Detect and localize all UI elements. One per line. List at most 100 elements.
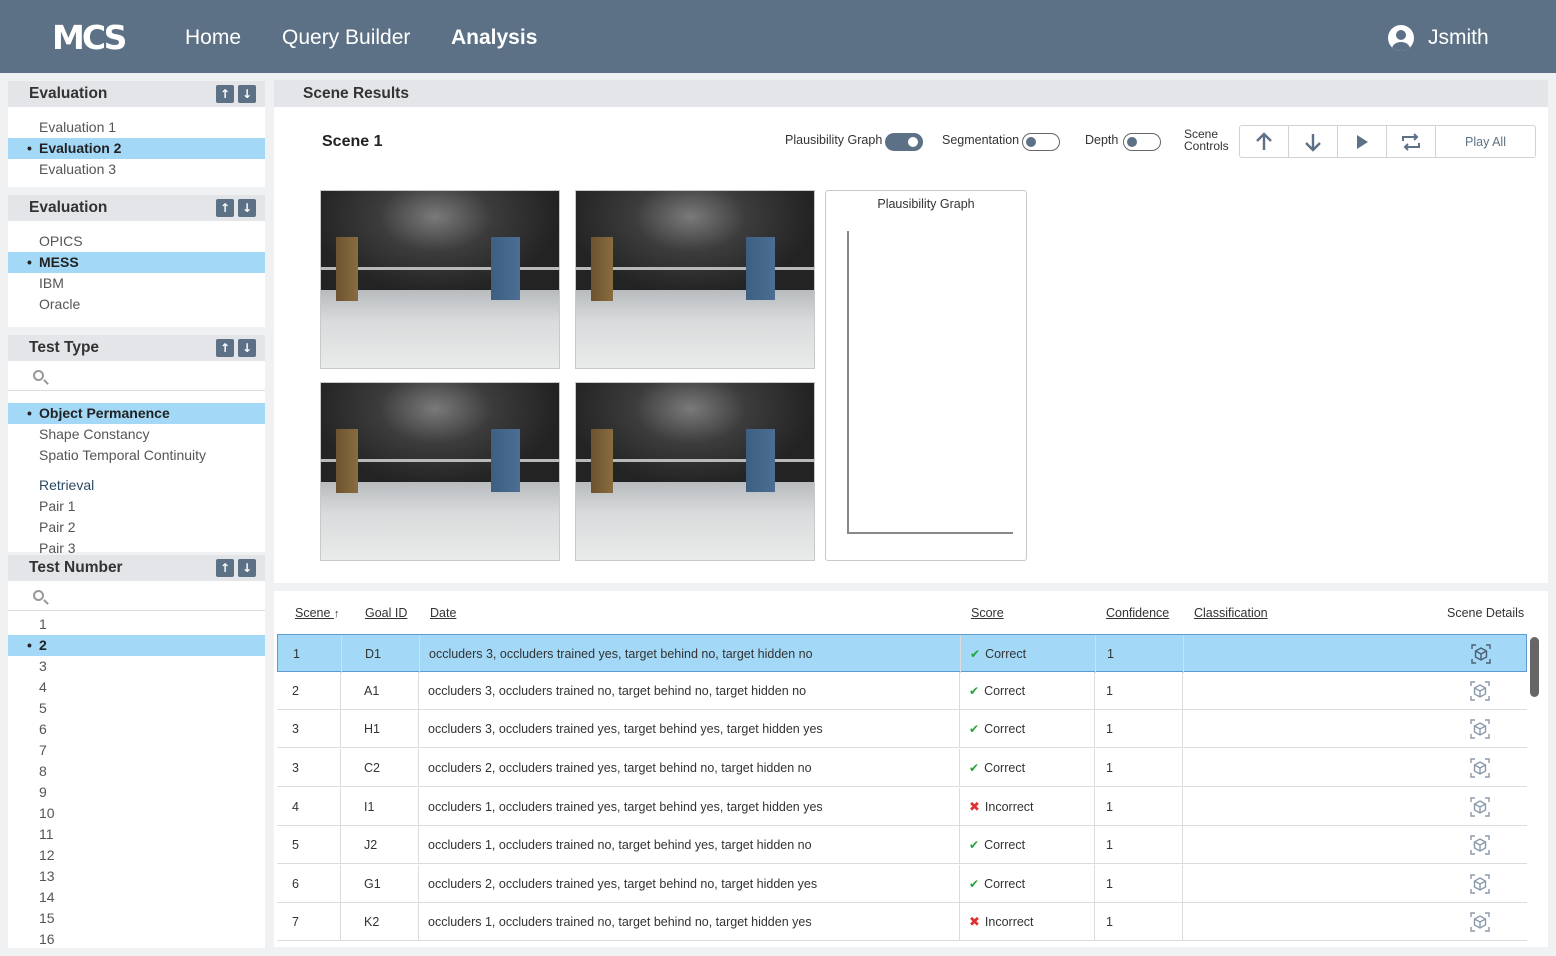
scene-details-cube-icon[interactable] (1470, 719, 1490, 739)
play-all-button[interactable]: Play All (1436, 126, 1535, 157)
test-type-search-input[interactable] (52, 366, 252, 386)
table-row[interactable]: 5 J2 occluders 1, occluders trained no, ta… (277, 826, 1527, 864)
plausibility-graph-label: Plausibility Graph (785, 133, 883, 147)
list-item-ibm[interactable]: IBM (8, 273, 265, 294)
sort-down-button[interactable]: ↓ (238, 85, 256, 103)
list-item-opics[interactable]: OPICS (8, 231, 265, 252)
repeat-icon[interactable] (1387, 126, 1436, 157)
cell-goal-id: A1 (341, 672, 419, 710)
plausibility-graph: Plausibility Graph (825, 190, 1027, 561)
score-text: Correct (984, 684, 1026, 698)
scene-frame-4 (575, 382, 815, 561)
list-item-pair-2[interactable]: Pair 2 (8, 517, 265, 538)
check-icon: ✔ (969, 838, 980, 852)
list-item-evaluation-2[interactable]: Evaluation 2 (8, 138, 265, 159)
list-item-test-4[interactable]: 4 (8, 677, 265, 698)
play-icon[interactable] (1338, 126, 1387, 157)
list-item-test-16[interactable]: 16 (8, 929, 265, 948)
list-item-test-6[interactable]: 6 (8, 719, 265, 740)
list-item-pair-1[interactable]: Pair 1 (8, 496, 265, 517)
sort-down-button[interactable]: ↓ (238, 199, 256, 217)
column-header-date[interactable]: Date (430, 606, 456, 620)
list-item-test-3[interactable]: 3 (8, 656, 265, 677)
sort-up-button[interactable]: ↑ (216, 559, 234, 577)
nav-analysis[interactable]: Analysis (451, 26, 537, 50)
cell-scene: 4 (277, 788, 341, 826)
column-header-scene[interactable]: Scene ↑ (295, 606, 339, 620)
scene-frame-1 (320, 190, 560, 369)
score-text: Incorrect (984, 800, 1034, 814)
table-row[interactable]: 2 A1 occluders 3, occluders trained no, ta… (277, 672, 1527, 710)
column-header-confidence[interactable]: Confidence (1106, 606, 1169, 620)
sort-up-button[interactable]: ↑ (216, 339, 234, 357)
plausibility-graph-toggle[interactable] (885, 133, 923, 151)
scene-details-cube-icon[interactable] (1470, 797, 1490, 817)
mcs-logo[interactable]: MCS (52, 18, 127, 57)
test-number-search-input[interactable] (52, 586, 252, 606)
arrow-up-icon[interactable] (1240, 126, 1289, 157)
list-item-test-8[interactable]: 8 (8, 761, 265, 782)
check-icon: ✔ (969, 761, 980, 775)
list-item-test-13[interactable]: 13 (8, 866, 265, 887)
table-row[interactable]: 1 D1 occluders 3, occluders trained yes, t… (277, 634, 1527, 673)
cell-goal-id: H1 (341, 710, 419, 748)
performer-panel: Evaluation ↑ ↓ OPICS MESS IBM Oracle (8, 195, 265, 327)
scene-details-cube-icon[interactable] (1470, 681, 1490, 701)
list-item-evaluation-1[interactable]: Evaluation 1 (8, 117, 265, 138)
sort-down-button[interactable]: ↓ (238, 559, 256, 577)
list-item-test-15[interactable]: 15 (8, 908, 265, 929)
scene-results-header: Scene Results (274, 80, 1548, 107)
table-row[interactable]: 6 G1 occluders 2, occluders trained yes, t… (277, 865, 1527, 903)
sort-asc-icon: ↑ (333, 608, 340, 620)
panel-title: Evaluation (29, 85, 108, 102)
list-item-object-permanence[interactable]: Object Permanence (8, 403, 265, 424)
depth-toggle[interactable] (1123, 133, 1161, 151)
list-item-evaluation-3[interactable]: Evaluation 3 (8, 159, 265, 180)
table-row[interactable]: 3 H1 occluders 3, occluders trained yes, t… (277, 710, 1527, 748)
list-item-test-2[interactable]: 2 (8, 635, 265, 656)
table-row[interactable]: 7 K2 occluders 1, occluders trained no, ta… (277, 903, 1527, 941)
sort-up-button[interactable]: ↑ (216, 199, 234, 217)
table-row[interactable]: 3 C2 occluders 2, occluders trained yes, t… (277, 749, 1527, 787)
list-item-test-9[interactable]: 9 (8, 782, 265, 803)
scene-details-cube-icon[interactable] (1470, 835, 1490, 855)
top-navigation-bar: MCS Home Query Builder Analysis Jsmith (0, 0, 1556, 73)
test-number-search (8, 581, 265, 611)
column-header-score[interactable]: Score (971, 606, 1004, 620)
scene-details-cube-icon[interactable] (1470, 912, 1490, 932)
table-row[interactable]: 4 I1 occluders 1, occluders trained yes, t… (277, 788, 1527, 826)
column-header-goal-id[interactable]: Goal ID (365, 606, 407, 620)
scene-details-cube-icon[interactable] (1470, 758, 1490, 778)
arrow-down-icon[interactable] (1289, 126, 1338, 157)
list-item-oracle[interactable]: Oracle (8, 294, 265, 315)
list-item-spatio-temporal-continuity[interactable]: Spatio Temporal Continuity (8, 445, 265, 466)
table-scrollbar[interactable] (1530, 635, 1539, 941)
segmentation-toggle[interactable] (1022, 133, 1060, 151)
cell-scene: 3 (277, 749, 341, 787)
nav-home[interactable]: Home (185, 26, 241, 50)
list-item-test-7[interactable]: 7 (8, 740, 265, 761)
list-item-test-11[interactable]: 11 (8, 824, 265, 845)
list-item-test-10[interactable]: 10 (8, 803, 265, 824)
column-header-classification[interactable]: Classification (1194, 606, 1268, 620)
list-item-shape-constancy[interactable]: Shape Constancy (8, 424, 265, 445)
nav-query-builder[interactable]: Query Builder (282, 26, 410, 50)
search-icon (33, 370, 44, 381)
list-item-test-5[interactable]: 5 (8, 698, 265, 719)
cell-score: ✔ Correct (960, 749, 1095, 787)
list-item-test-14[interactable]: 14 (8, 887, 265, 908)
cell-score: ✖ Incorrect (960, 903, 1095, 941)
score-text: Correct (984, 761, 1026, 775)
sort-down-button[interactable]: ↓ (238, 339, 256, 357)
list-item-test-12[interactable]: 12 (8, 845, 265, 866)
check-icon: ✔ (969, 684, 980, 698)
scene-details-cube-icon[interactable] (1471, 644, 1491, 664)
list-item-test-1[interactable]: 1 (8, 614, 265, 635)
scrollbar-thumb[interactable] (1530, 637, 1539, 697)
cell-score: ✔ Correct (961, 635, 1096, 673)
cross-icon: ✖ (969, 800, 980, 815)
sort-up-button[interactable]: ↑ (216, 85, 234, 103)
list-item-mess[interactable]: MESS (8, 252, 265, 273)
scene-details-cube-icon[interactable] (1470, 874, 1490, 894)
user-menu[interactable]: Jsmith (1388, 24, 1489, 52)
